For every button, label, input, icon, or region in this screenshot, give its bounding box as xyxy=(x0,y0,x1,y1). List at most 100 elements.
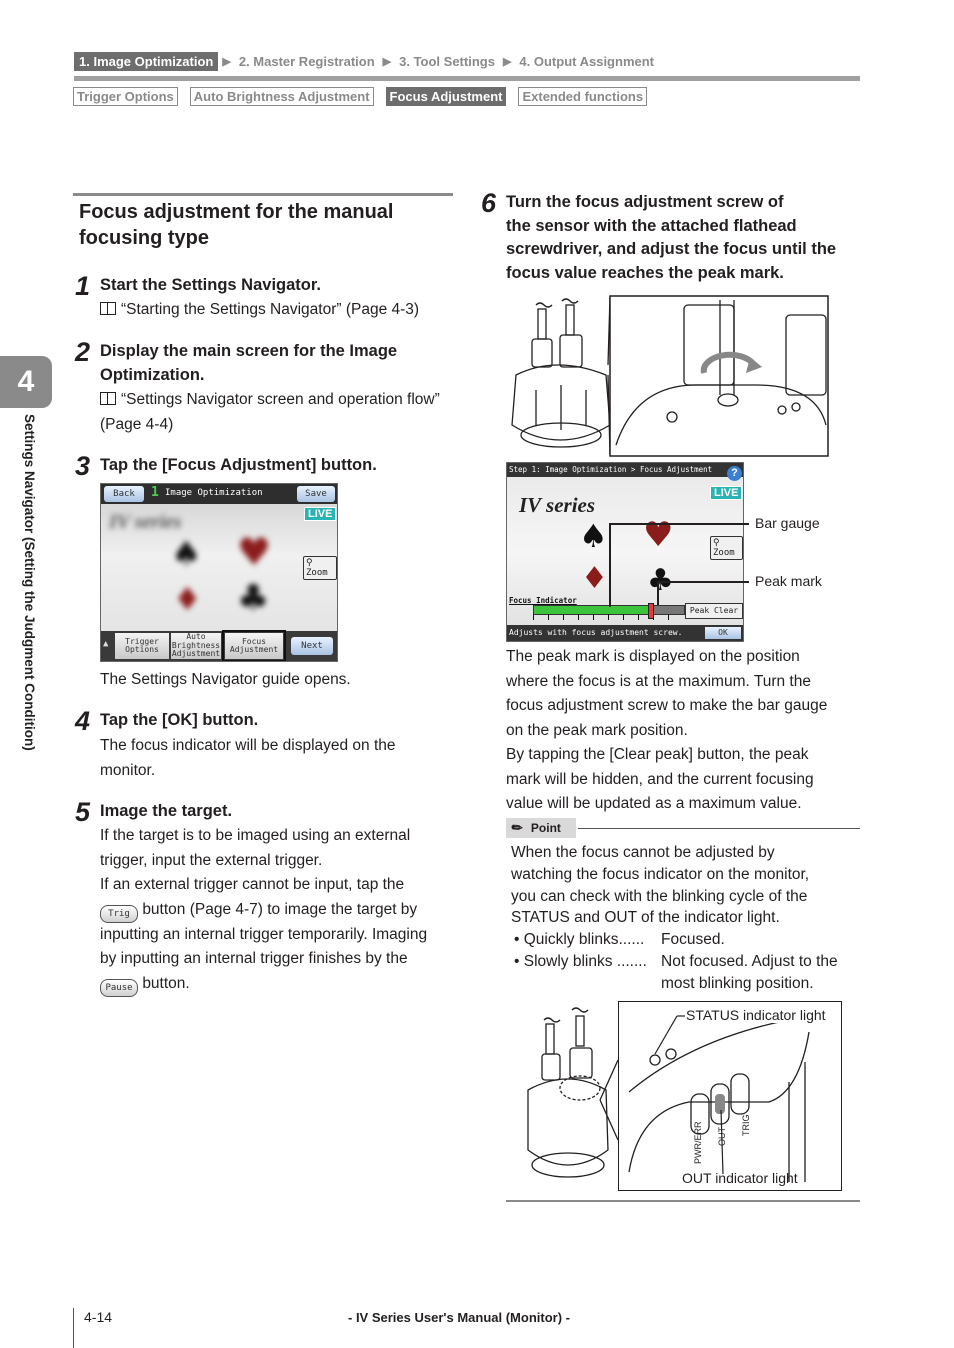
step-title: Turn the focus adjustment screw of the s… xyxy=(506,193,837,282)
iv-series-watermark: IV series xyxy=(109,511,182,533)
trig-label: TRIG xyxy=(741,1115,751,1137)
live-badge: LIVE xyxy=(304,507,337,521)
section-title: Focus adjustment for the manual focusing… xyxy=(79,201,394,249)
step-title: Start the Settings Navigator. xyxy=(100,276,321,294)
spade-icon: ♠ xyxy=(171,534,202,574)
step-title: Display the main screen for the Image Op… xyxy=(100,342,398,384)
step-title: Image the target. xyxy=(100,802,233,820)
zoom-button: ⚲ Zoom xyxy=(710,536,743,560)
ok-button: OK xyxy=(705,627,741,639)
step-body: If the target is to be imaged using an e… xyxy=(100,824,460,997)
out-label: OUT xyxy=(717,1127,727,1147)
sensor-screwdriver-illustration xyxy=(511,295,829,457)
section-rule xyxy=(73,193,453,196)
out-led-icon xyxy=(715,1094,725,1114)
step-number: 1 xyxy=(75,271,91,301)
pause-button: Pause xyxy=(100,978,138,997)
iv-series-watermark: IV series xyxy=(519,493,596,517)
chapter-label: Settings Navigator (Setting the Judgment… xyxy=(22,414,37,751)
heart-icon: ♥ xyxy=(643,515,674,555)
cable-break-icon xyxy=(535,302,553,308)
status-led-icon xyxy=(649,1054,661,1066)
help-icon: ? xyxy=(727,466,742,481)
back-button: Back xyxy=(104,486,144,502)
subtab-auto-brightness: Auto Brightness Adjustment xyxy=(189,87,374,106)
book-icon xyxy=(100,392,116,405)
status-indicator-label: STATUS indicator light xyxy=(686,1007,826,1023)
sensor-head-illustration xyxy=(527,1007,619,1178)
step-body: The peak mark is displayed on the positi… xyxy=(506,648,828,812)
out-indicator-label: OUT indicator light xyxy=(682,1170,798,1186)
bar-gauge-fill xyxy=(534,606,650,614)
spade-icon: ♠ xyxy=(579,517,608,555)
callout-leader xyxy=(609,523,611,607)
breadcrumb-item-master-registration: 2. Master Registration xyxy=(238,53,375,69)
page-number: 4-14 xyxy=(84,1309,113,1325)
screen-tab-bar: ▲ Trigger Options Auto Brightness Adjust… xyxy=(101,630,337,661)
subtab-trigger-options: Trigger Options xyxy=(73,87,178,106)
step-number: 6 xyxy=(481,188,497,218)
breadcrumb-item-image-optimization: 1. Image Optimization xyxy=(74,51,219,71)
header-rule xyxy=(74,76,860,81)
callout-bar-gauge: Bar gauge xyxy=(755,515,820,531)
step-number: 4 xyxy=(75,706,91,736)
subtab-bar: Trigger Options Auto Brightness Adjustme… xyxy=(73,87,648,106)
callout-peak-mark: Peak mark xyxy=(755,573,822,589)
book-icon xyxy=(100,302,116,315)
breadcrumb-item-output-assignment: 4. Output Assignment xyxy=(519,53,654,69)
diamond-icon: ♦ xyxy=(581,561,608,596)
step-number: 2 xyxy=(75,337,91,367)
screen-status-bar: Adjusts with focus adjustment screw. OK xyxy=(507,625,743,641)
pwr-err-label: PWR/ERR xyxy=(693,1121,703,1164)
callout-leader xyxy=(657,581,749,583)
cable-break-icon xyxy=(561,298,579,304)
diamond-icon: ♦ xyxy=(173,580,202,618)
callout-leader xyxy=(657,581,659,605)
section-end-rule xyxy=(506,1200,860,1202)
club-icon: ♣ xyxy=(237,578,270,619)
focus-indicator-label: Focus Indicator xyxy=(509,596,577,605)
gauge-ticks xyxy=(533,614,683,620)
screenshot-settings-navigator: Back 1 Image Optimization Save LIVE IV s… xyxy=(100,483,338,662)
manual-title: - IV Series User's Manual (Monitor) - xyxy=(348,1310,570,1325)
triangle-right-icon: ▶ xyxy=(222,55,231,68)
page-reference: “Starting the Settings Navigator” (Page … xyxy=(100,298,419,323)
step-number: 5 xyxy=(75,797,91,827)
callout-leader xyxy=(609,523,749,525)
page-reference: “Settings Navigator screen and operation… xyxy=(100,391,440,433)
tab-trigger-options: Trigger Options xyxy=(115,633,169,659)
step-digit: 1 xyxy=(151,485,159,500)
save-button: Save xyxy=(297,486,335,502)
triangle-right-icon: ▶ xyxy=(502,55,512,68)
cable-break-icon xyxy=(543,1017,561,1023)
step-body: The focus indicator will be displayed on… xyxy=(100,737,396,779)
heart-icon: ♥ xyxy=(237,530,272,574)
point-bullet: • Slowly blinks ....... Not focused. Adj… xyxy=(514,952,838,992)
point-rule xyxy=(578,828,860,829)
footer-rule xyxy=(73,1308,74,1348)
step-title: Tap the [Focus Adjustment] button. xyxy=(100,456,377,474)
cable-break-icon xyxy=(571,1007,589,1013)
step-caption: The Settings Navigator guide opens. xyxy=(100,671,351,688)
step-number: 3 xyxy=(75,451,91,481)
point-bullet: • Quickly blinks...... Focused. xyxy=(514,931,725,949)
triangle-right-icon: ▶ xyxy=(382,55,392,68)
screen-step-header: Step 1: Image Optimization > Focus Adjus… xyxy=(507,463,743,477)
point-badge: ✎ Point xyxy=(506,818,576,838)
subtab-focus-adjustment: Focus Adjustment xyxy=(385,87,507,106)
indicator-closeup-drawing: PWR/ERR OUT TRIG xyxy=(628,1015,819,1182)
screen-title: Image Optimization xyxy=(165,488,263,498)
tab-auto-brightness: Auto Brightness Adjustment xyxy=(171,632,221,659)
pencil-icon: ✎ xyxy=(508,818,527,837)
screenshot-focus-indicator: Step 1: Image Optimization > Focus Adjus… xyxy=(506,462,744,642)
chapter-number-tab: 4 xyxy=(0,356,52,408)
point-body: When the focus cannot be adjusted by wat… xyxy=(511,842,861,995)
breadcrumb: 1. Image Optimization ▶ 2. Master Regist… xyxy=(74,51,658,71)
next-button: Next xyxy=(291,637,333,655)
live-badge: LIVE xyxy=(710,486,743,500)
tab-focus-adjustment: Focus Adjustment xyxy=(222,630,286,661)
breadcrumb-item-tool-settings: 3. Tool Settings xyxy=(399,53,495,69)
scroll-up-icon: ▲ xyxy=(103,639,109,649)
peak-clear-button: Peak Clear xyxy=(685,603,743,619)
subtab-extended-functions: Extended functions xyxy=(518,87,648,106)
